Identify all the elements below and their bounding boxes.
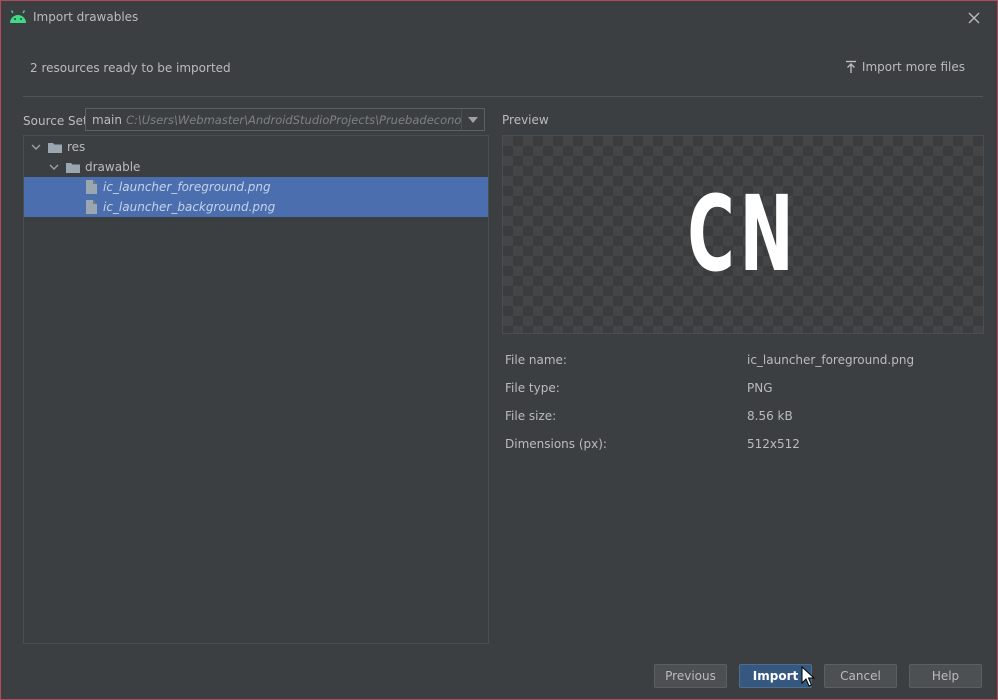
file-size-value: 8.56 kB — [747, 409, 793, 423]
file-type-value: PNG — [747, 381, 773, 395]
preview-label: Preview — [502, 113, 549, 127]
resource-tree[interactable]: res drawable ic_launcher_foreground.png … — [23, 135, 489, 644]
tree-label-res: res — [67, 140, 86, 154]
title-bar[interactable]: Import drawables — [1, 1, 997, 34]
file-icon — [86, 200, 97, 214]
folder-icon — [48, 142, 62, 153]
chevron-down-icon[interactable] — [48, 161, 60, 173]
source-set-dropdown[interactable]: main C:\Users\Webmaster\AndroidStudioPro… — [85, 108, 485, 131]
tree-node-file[interactable]: ic_launcher_background.png — [24, 197, 488, 217]
import-more-files-label: Import more files — [861, 60, 965, 74]
mouse-cursor-icon — [801, 666, 815, 687]
dimensions-value: 512x512 — [747, 437, 800, 451]
source-set-name: main — [92, 112, 122, 127]
tree-node-res[interactable]: res — [24, 137, 488, 157]
tree-node-file[interactable]: ic_launcher_foreground.png — [24, 177, 488, 197]
dimensions-label: Dimensions (px): — [505, 437, 607, 451]
file-size-label: File size: — [505, 409, 557, 423]
cancel-button[interactable]: Cancel — [824, 664, 897, 688]
import-drawables-dialog: Import drawables 2 resources ready to be… — [0, 0, 998, 700]
chevron-down-icon[interactable] — [30, 141, 42, 153]
source-set-label: Source Set: — [23, 114, 92, 128]
android-icon — [10, 10, 26, 23]
resources-ready-text: 2 resources ready to be imported — [30, 61, 231, 75]
dialog-title: Import drawables — [33, 10, 139, 24]
source-set-path: C:\Users\Webmaster\AndroidStudioProjects… — [125, 112, 461, 127]
folder-icon — [66, 162, 80, 173]
help-button[interactable]: Help — [909, 664, 982, 688]
preview-image-text: CN — [687, 173, 799, 295]
previous-button[interactable]: Previous — [654, 664, 727, 688]
upload-icon — [845, 60, 856, 73]
dropdown-arrow-icon[interactable] — [461, 109, 484, 130]
file-name-value: ic_launcher_foreground.png — [747, 353, 915, 367]
file-icon — [86, 180, 97, 194]
tree-label-file: ic_launcher_background.png — [103, 200, 276, 214]
tree-node-drawable[interactable]: drawable — [24, 157, 488, 177]
preview-image: CN — [502, 135, 984, 334]
file-type-label: File type: — [505, 381, 560, 395]
tree-label-file: ic_launcher_foreground.png — [103, 180, 271, 194]
file-name-label: File name: — [505, 353, 567, 367]
header-row: 2 resources ready to be imported Import … — [1, 34, 997, 96]
close-icon[interactable] — [963, 7, 985, 29]
header-divider — [23, 96, 983, 97]
tree-label-drawable: drawable — [85, 160, 141, 174]
import-more-files-button[interactable]: Import more files — [845, 58, 965, 76]
